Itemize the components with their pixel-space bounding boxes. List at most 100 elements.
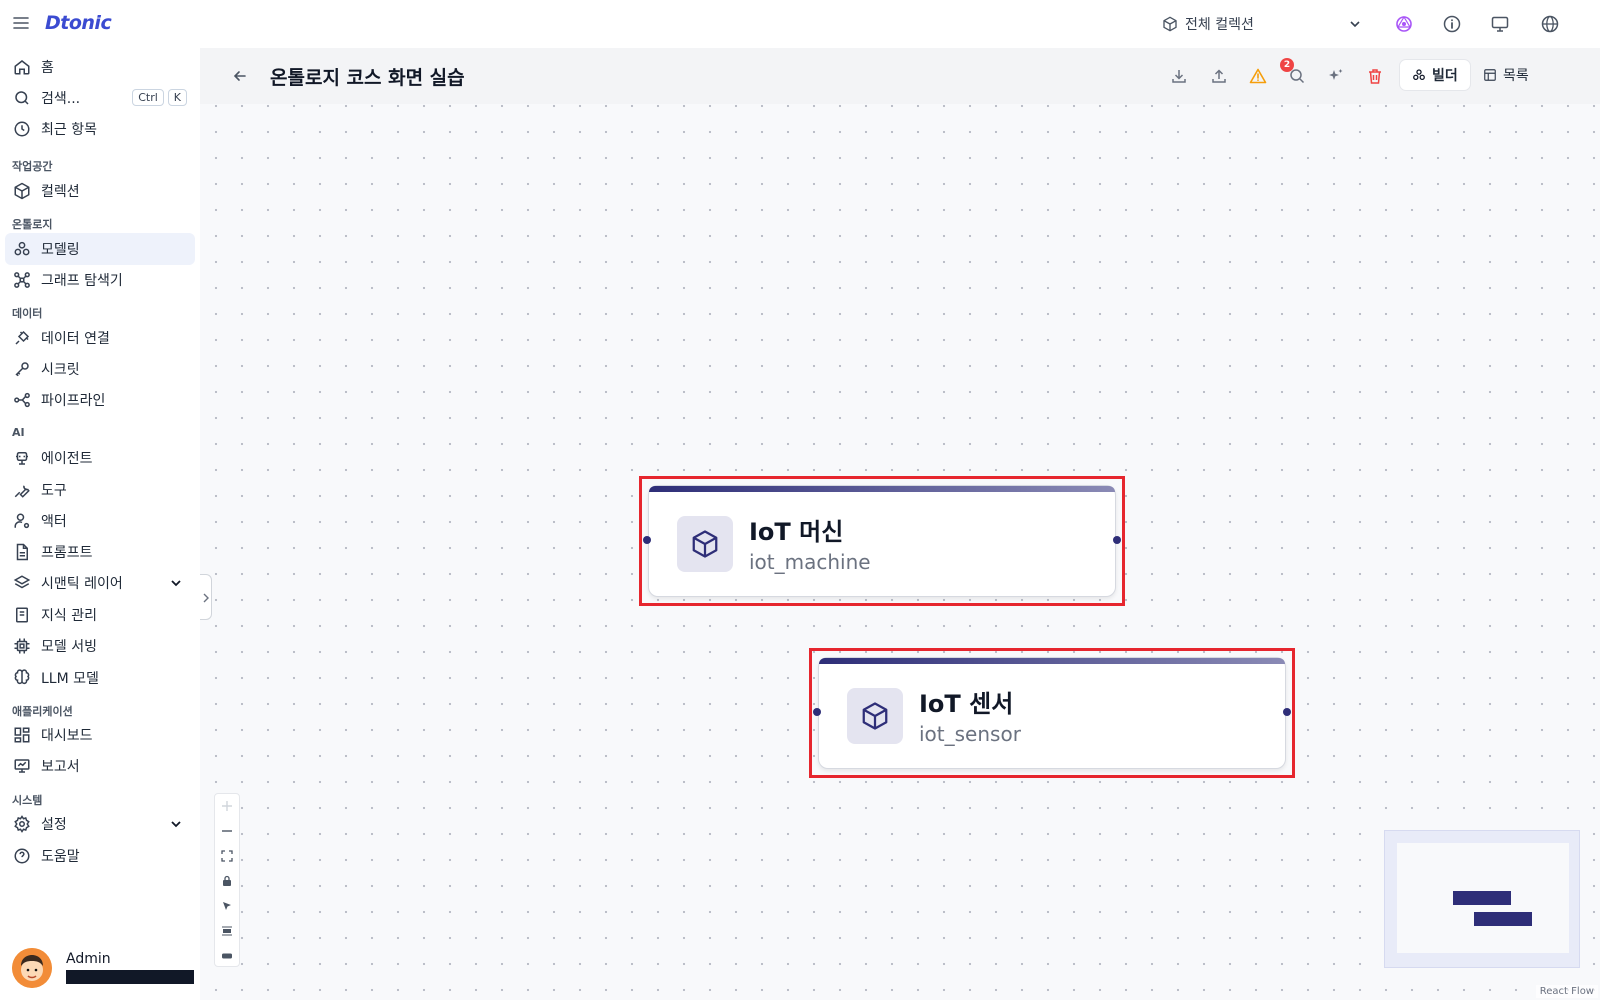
user-gear-icon [13,512,31,530]
collection-select[interactable]: 전체 컬렉션 [1162,12,1362,36]
avatar [12,948,52,988]
pointer-icon[interactable] [215,894,239,918]
sidebar-item-label: 시크릿 [41,362,80,378]
sidebar-item-help[interactable]: 도움말 [5,840,195,872]
help-icon [13,847,31,865]
ontology-icon[interactable] [1394,14,1414,34]
fit-view-icon[interactable] [215,844,239,868]
sidebar-item-agent[interactable]: 에이전트 [5,442,195,474]
user-profile[interactable]: Admin [12,948,194,988]
cube-icon [847,688,903,744]
node-api-name: iot_machine [749,550,871,574]
sidebar-item-label: LLM 모델 [41,671,99,687]
logo[interactable]: Dtonic [45,12,112,34]
sidebar-item-modeling[interactable]: 모델링 [5,233,195,265]
brain-icon [13,669,31,687]
sidebar-item-report[interactable]: 보고서 [5,750,195,782]
home-icon [13,58,31,76]
sidebar-item-label: 대시보드 [41,728,93,744]
flow-canvas[interactable]: IoT 머신 iot_machine IoT 센서 iot_sensor Rea… [200,104,1600,1000]
tab-builder[interactable]: 빌더 [1400,60,1470,90]
presentation-icon [13,757,31,775]
zoom-out-icon[interactable] [215,819,239,843]
tab-list[interactable]: 목록 [1471,60,1541,90]
align-icon[interactable] [215,919,239,943]
section-label-ai: AI [12,426,25,439]
section-label-ontology: 온톨로지 [12,218,53,231]
sidebar-item-label: 컬렉션 [41,184,80,200]
node-accent-bar [819,658,1285,664]
node-handle-right[interactable] [1283,708,1291,716]
sidebar-item-settings[interactable]: 설정 [5,808,195,840]
sidebar-item-tool[interactable]: 도구 [5,474,195,506]
sidebar-item-actor[interactable]: 액터 [5,505,195,537]
layers-icon [13,574,31,592]
search-icon [13,89,31,107]
globe-icon[interactable] [1540,14,1560,34]
warning-icon[interactable] [1249,67,1267,85]
sidebar-item-dashboard[interactable]: 대시보드 [5,719,195,751]
menu-icon[interactable] [12,14,30,32]
sidebar-item-semantic-layer[interactable]: 시맨틱 레이어 [5,567,195,599]
back-arrow-icon[interactable] [232,68,248,84]
monitor-icon[interactable] [1490,14,1510,34]
sidebar-item-model-serving[interactable]: 모델 서빙 [5,630,195,662]
node-title: IoT 머신 [749,518,844,546]
chip-icon [13,637,31,655]
key-icon [13,360,31,378]
sparkle-icon[interactable] [1327,67,1345,85]
sidebar-item-graph-explorer[interactable]: 그래프 탐색기 [5,264,195,296]
robot-icon [13,449,31,467]
info-icon[interactable] [1442,14,1462,34]
sidebar-item-collection[interactable]: 컬렉션 [5,175,195,207]
shortcut-hint: Ctrl K [132,89,187,106]
object-type-node[interactable]: IoT 센서 iot_sensor [818,657,1286,769]
tab-list-label: 목록 [1503,68,1529,84]
sidebar-item-label: 지식 관리 [41,608,97,624]
wrench-icon [13,481,31,499]
chevron-down-icon [169,576,183,590]
trash-icon[interactable] [1366,67,1384,85]
sidebar-item-label: 모델 서빙 [41,639,97,655]
minimap[interactable] [1384,830,1580,968]
node-title: IoT 센서 [919,690,1014,718]
sidebar-item-label: 보고서 [41,759,80,775]
sidebar-item-knowledge[interactable]: 지식 관리 [5,599,195,631]
sidebar-item-prompt[interactable]: 프롬프트 [5,536,195,568]
sidebar-item-label: 파이프라인 [41,393,106,409]
sidebar-item-home[interactable]: 홈 [5,51,195,83]
sidebar-item-label: 도움말 [41,849,80,865]
sidebar-item-recent[interactable]: 최근 항목 [5,113,195,145]
upload-icon[interactable] [1210,67,1228,85]
flow-controls [214,793,240,967]
tab-builder-label: 빌더 [1432,68,1458,84]
section-label-app: 애플리케이션 [12,705,73,718]
sidebar-item-data-connection[interactable]: 데이터 연결 [5,322,195,354]
minimap-viewport [1397,843,1569,953]
table-icon [1483,68,1497,82]
node-handle-left[interactable] [643,536,651,544]
dashboard-icon [13,726,31,744]
search-icon[interactable] [1288,67,1306,85]
react-flow-attribution[interactable]: React Flow [1535,985,1598,998]
minimap-node [1474,912,1532,926]
object-type-node[interactable]: IoT 머신 iot_machine [648,485,1116,597]
node-handle-right[interactable] [1113,536,1121,544]
page-title: 온톨로지 코스 화면 실습 [270,67,465,89]
modeling-icon [1412,68,1426,82]
pipeline-icon [13,391,31,409]
sidebar-item-secret[interactable]: 시크릿 [5,353,195,385]
node-handle-left[interactable] [813,708,821,716]
minimap-toggle-icon[interactable] [215,944,239,968]
plug-icon [13,329,31,347]
sidebar-item-label: 시맨틱 레이어 [41,576,123,592]
lock-icon[interactable] [215,869,239,893]
sidebar-item-pipeline[interactable]: 파이프라인 [5,384,195,416]
download-icon[interactable] [1170,67,1188,85]
node-api-name: iot_sensor [919,722,1021,746]
zoom-in-icon[interactable] [215,794,239,818]
sidebar-item-search[interactable]: 검색... Ctrl K [5,82,195,114]
sidebar-expand-toggle[interactable] [200,574,212,620]
sidebar-item-label: 액터 [41,514,67,530]
sidebar-item-llm-model[interactable]: LLM 모델 [5,662,195,694]
